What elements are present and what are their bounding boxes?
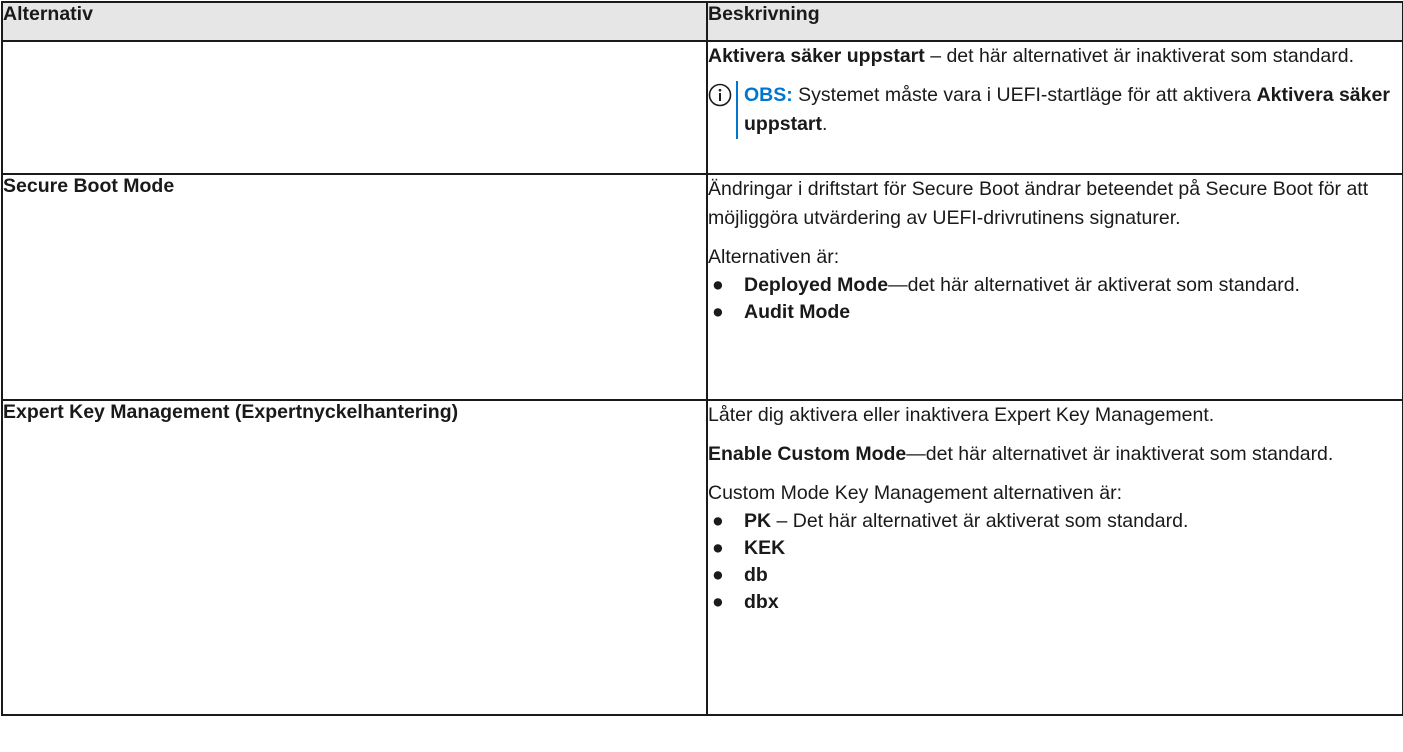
options-list: ● PK – Det här alternativet är aktiverat … [708, 508, 1402, 616]
custom-mode-paragraph: Enable Custom Mode—det här alternativet … [708, 440, 1402, 469]
description-cell: Aktivera säker uppstart – det här altern… [706, 40, 1403, 175]
header-option: Alternativ [1, 1, 708, 42]
note-block: OBS: Systemet måste vara i UEFI-startläg… [708, 81, 1402, 139]
list-item: ● db [712, 564, 768, 586]
table-row: Expert Key Management (Expertnyckelhante… [1, 399, 1403, 716]
description-cell: Ändringar i driftstart för Secure Boot ä… [706, 173, 1403, 401]
option-cell [1, 40, 708, 175]
list-item: ● dbx [712, 591, 779, 613]
custom-mode-text: —det här alternativet är inaktiverat som… [906, 443, 1334, 465]
option-cell: Expert Key Management (Expertnyckelhante… [1, 399, 708, 716]
note-text: Systemet måste vara i UEFI-startläge för… [792, 84, 1257, 106]
list-item: ● PK – Det här alternativet är aktiverat … [712, 510, 1189, 532]
note-tail: . [822, 113, 828, 135]
description-cell: Låter dig aktivera eller inaktivera Expe… [706, 399, 1403, 716]
secure-boot-enable-name: Aktivera säker uppstart [708, 45, 925, 67]
list-item-name: db [744, 564, 768, 586]
list-item-name: Deployed Mode [744, 274, 889, 296]
list-item-text: – Det här alternativet är aktiverat som … [771, 510, 1189, 532]
bios-options-table: Alternativ Beskrivning Aktivera säker up… [1, 1, 1403, 716]
secure-boot-mode-paragraph: Ändringar i driftstart för Secure Boot ä… [708, 178, 1369, 229]
note-label: OBS: [744, 84, 793, 106]
list-item: ● Audit Mode [712, 301, 851, 323]
list-item-name: Audit Mode [744, 301, 851, 323]
secure-boot-enable-paragraph: Aktivera säker uppstart – det här altern… [708, 42, 1402, 71]
list-item: ● Deployed Mode—det här alternativet är a… [712, 274, 1300, 296]
options-intro: Custom Mode Key Management alternativen … [708, 482, 1123, 504]
list-item: ● KEK [712, 537, 786, 559]
secure-boot-enable-text: – det här alternativet är inaktiverat so… [924, 45, 1355, 67]
list-item-name: KEK [744, 537, 786, 559]
options-list: ● Deployed Mode—det här alternativet är a… [708, 272, 1402, 326]
custom-mode-name: Enable Custom Mode [708, 443, 907, 465]
table-row: Aktivera säker uppstart – det här altern… [1, 40, 1403, 175]
note-body: OBS: Systemet måste vara i UEFI-startläg… [736, 81, 1402, 139]
header-description: Beskrivning [706, 1, 1403, 42]
list-item-name: dbx [744, 591, 779, 613]
list-item-name: PK [744, 510, 772, 532]
table-row: Secure Boot Mode Ändringar i driftstart … [1, 173, 1403, 401]
options-intro: Alternativen är: [708, 246, 840, 268]
info-circle-icon [708, 81, 736, 113]
list-item-text: —det här alternativet är aktiverat som s… [888, 274, 1300, 296]
expert-key-paragraph: Låter dig aktivera eller inaktivera Expe… [708, 404, 1215, 426]
option-cell: Secure Boot Mode [1, 173, 708, 401]
table-header-row: Alternativ Beskrivning [1, 1, 1403, 42]
